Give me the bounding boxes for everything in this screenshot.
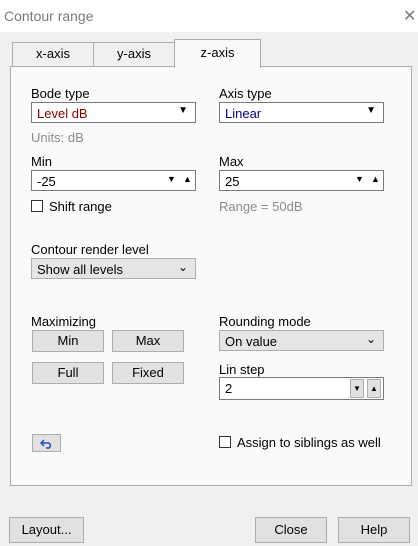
rounding-mode-value: On value	[225, 334, 278, 349]
rounding-mode-select[interactable]: On value ⌄	[219, 330, 384, 351]
tab-y-axis[interactable]: y-axis	[93, 42, 175, 67]
max-down-icon[interactable]: ▼	[355, 174, 364, 184]
shift-range-label[interactable]: Shift range	[49, 199, 112, 214]
window-title: Contour range	[4, 8, 94, 24]
chevron-down-icon: ⌄	[365, 332, 376, 346]
axis-type-value: Linear	[225, 106, 262, 121]
tab-x-axis[interactable]: x-axis	[12, 42, 94, 67]
min-label: Min	[31, 154, 52, 169]
dropdown-arrow-icon: ▼	[366, 105, 376, 116]
min-up-icon[interactable]: ▲	[183, 174, 192, 184]
close-window-icon[interactable]: ✕	[403, 6, 416, 26]
max-button[interactable]: Max	[112, 330, 184, 352]
undo-icon	[39, 439, 51, 449]
help-button[interactable]: Help	[338, 517, 410, 543]
title-bar: Contour range ✕	[0, 0, 418, 32]
chevron-down-icon: ⌄	[177, 260, 188, 274]
fixed-button[interactable]: Fixed	[112, 362, 184, 384]
assign-siblings-checkbox[interactable]	[219, 436, 231, 448]
min-button[interactable]: Min	[32, 330, 104, 352]
close-button[interactable]: Close	[255, 517, 327, 543]
bode-type-select[interactable]: Level dB ▼	[31, 102, 196, 123]
max-field[interactable]: 25 ▼ ▲	[219, 170, 384, 191]
layout-button[interactable]: Layout...	[9, 517, 84, 543]
undo-button[interactable]	[32, 434, 61, 452]
contour-render-label: Contour render level	[31, 242, 149, 257]
min-field[interactable]: -25 ▼ ▲	[31, 170, 196, 191]
shift-range-checkbox[interactable]	[31, 200, 43, 212]
units-text: Units: dB	[31, 130, 84, 145]
lin-step-up-icon[interactable]: ▲	[367, 379, 381, 398]
lin-step-down-icon[interactable]: ▼	[350, 379, 364, 398]
max-value: 25	[225, 174, 240, 189]
bode-type-label: Bode type	[31, 86, 90, 101]
maximizing-label: Maximizing	[31, 314, 97, 329]
dropdown-arrow-icon: ▼	[178, 105, 188, 116]
full-button[interactable]: Full	[32, 362, 104, 384]
assign-siblings-label[interactable]: Assign to siblings as well	[237, 435, 381, 450]
min-down-icon[interactable]: ▼	[167, 174, 176, 184]
tab-z-axis[interactable]: z-axis	[174, 39, 261, 68]
axis-type-label: Axis type	[219, 86, 272, 101]
bode-type-value: Level dB	[37, 106, 88, 121]
min-value: -25	[37, 174, 56, 189]
lin-step-value: 2	[225, 381, 233, 396]
rounding-mode-label: Rounding mode	[219, 314, 311, 329]
max-label: Max	[219, 154, 244, 169]
axis-type-select[interactable]: Linear ▼	[219, 102, 384, 123]
contour-render-select[interactable]: Show all levels ⌄	[31, 258, 196, 279]
max-up-icon[interactable]: ▲	[371, 174, 380, 184]
lin-step-label: Lin step	[219, 362, 265, 377]
contour-render-value: Show all levels	[37, 262, 123, 277]
range-text: Range = 50dB	[219, 199, 303, 214]
